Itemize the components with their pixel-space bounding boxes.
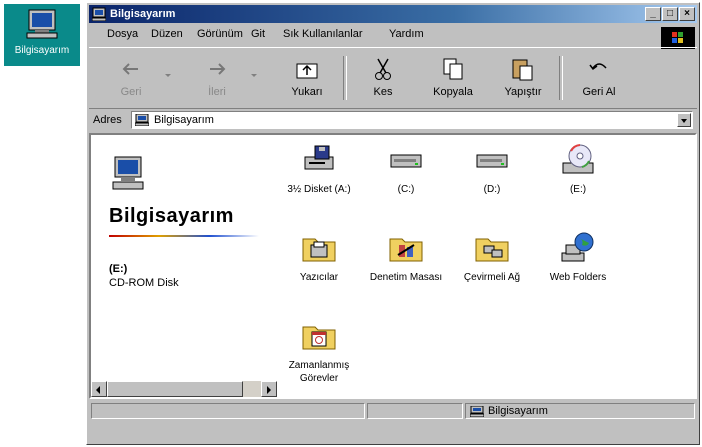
menu-bar: Dosya Düzen Görünüm Git Sık Kullanılanla… xyxy=(89,25,697,49)
computer-icon xyxy=(92,7,106,21)
back-button[interactable]: Geri xyxy=(101,56,161,98)
selected-drive: (E:) xyxy=(109,263,128,275)
hard-drive-icon xyxy=(390,154,422,168)
item-label: (D:) xyxy=(483,184,501,195)
toolbar-separator xyxy=(343,56,347,100)
printers-item[interactable]: Yazıcılar xyxy=(276,231,362,284)
item-label: Zamanlanmış Görevler xyxy=(288,360,350,384)
computer-icon xyxy=(135,114,149,126)
address-label: Adres xyxy=(93,114,122,126)
windows-logo-icon xyxy=(661,27,695,49)
scroll-right-button[interactable] xyxy=(261,381,277,397)
forward-dropdown-icon[interactable] xyxy=(251,74,257,77)
drive-e-item[interactable]: (E:) xyxy=(535,143,621,196)
forward-label: İleri xyxy=(208,86,226,98)
item-label: 3½ Disket (A:) xyxy=(287,184,351,195)
standard-toolbar: Geri İleri Yukarı Kes Kopyala Yapıştır G… xyxy=(89,47,697,109)
floppy-drive-icon xyxy=(304,145,334,170)
paste-icon xyxy=(512,59,533,81)
paste-label: Yapıştır xyxy=(504,86,542,98)
status-text: Bilgisayarım xyxy=(488,405,548,417)
scissors-icon xyxy=(375,58,391,80)
paste-button[interactable]: Yapıştır xyxy=(493,56,553,98)
status-cell-size xyxy=(367,403,463,419)
web-folders-icon xyxy=(561,232,594,262)
copy-label: Kopyala xyxy=(433,86,473,98)
dialup-networking-icon xyxy=(475,238,509,262)
control-panel-icon xyxy=(389,238,423,262)
address-bar: Adres Bilgisayarım xyxy=(89,109,697,131)
up-folder-icon xyxy=(296,63,318,79)
menu-view[interactable]: Görünüm xyxy=(197,28,243,40)
drive-c-item[interactable]: (C:) xyxy=(363,143,449,196)
cd-rom-drive-icon xyxy=(562,144,594,174)
address-value: Bilgisayarım xyxy=(154,114,214,126)
computer-icon xyxy=(26,9,58,39)
status-cell-info xyxy=(91,403,365,419)
maximize-button[interactable]: □ xyxy=(662,7,678,21)
web-folders-item[interactable]: Web Folders xyxy=(535,231,621,284)
menu-go[interactable]: Git xyxy=(251,28,265,40)
item-label: Çevirmeli Ağ xyxy=(463,272,521,283)
control-panel-item[interactable]: Denetim Masası xyxy=(363,231,449,284)
up-label: Yukarı xyxy=(291,86,323,98)
menu-edit[interactable]: Düzen xyxy=(151,28,183,40)
panel-title: Bilgisayarım xyxy=(109,205,234,227)
dialup-networking-item[interactable]: Çevirmeli Ağ xyxy=(449,231,535,284)
explorer-window: Bilgisayarım _ □ × Dosya Düzen Görünüm G… xyxy=(86,2,700,445)
desktop-icon-label: Bilgisayarım xyxy=(14,45,70,56)
webview-info-panel: Bilgisayarım (E:) CD-ROM Disk xyxy=(91,135,281,397)
cut-button[interactable]: Kes xyxy=(353,56,413,98)
computer-icon xyxy=(470,406,484,417)
item-label: (C:) xyxy=(397,184,415,195)
undo-button[interactable]: Geri Al xyxy=(569,56,629,98)
floppy-drive-item[interactable]: 3½ Disket (A:) xyxy=(276,143,362,196)
item-label: Web Folders xyxy=(549,272,607,283)
item-label: Denetim Masası xyxy=(369,272,443,283)
scroll-thumb[interactable] xyxy=(107,381,243,397)
scroll-left-button[interactable] xyxy=(91,381,107,397)
close-button[interactable]: × xyxy=(679,7,695,21)
forward-button[interactable]: İleri xyxy=(187,56,247,98)
toolbar-separator xyxy=(559,56,563,100)
up-button[interactable]: Yukarı xyxy=(277,56,337,98)
undo-label: Geri Al xyxy=(582,86,616,98)
scheduled-tasks-item[interactable]: Zamanlanmış Görevler xyxy=(276,319,362,385)
status-cell-zone: Bilgisayarım xyxy=(465,403,695,419)
menu-favorites[interactable]: Sık Kullanılanlar xyxy=(283,28,363,40)
title-bar[interactable]: Bilgisayarım _ □ × xyxy=(89,5,697,23)
menu-file[interactable]: Dosya xyxy=(107,28,138,40)
forward-arrow-icon xyxy=(210,63,226,75)
menu-help[interactable]: Yardım xyxy=(389,28,424,40)
item-label: (E:) xyxy=(569,184,587,195)
scheduled-tasks-icon xyxy=(302,326,336,350)
cut-label: Kes xyxy=(373,86,393,98)
status-bar: Bilgisayarım xyxy=(89,401,697,421)
desktop-my-computer-icon[interactable]: Bilgisayarım xyxy=(4,4,80,66)
computer-icon xyxy=(112,156,144,190)
back-arrow-icon xyxy=(122,63,138,75)
horizontal-scrollbar[interactable] xyxy=(91,381,277,397)
drive-d-item[interactable]: (D:) xyxy=(449,143,535,196)
panel-divider xyxy=(109,235,259,237)
window-title: Bilgisayarım xyxy=(110,8,176,20)
item-label: Yazıcılar xyxy=(299,272,339,283)
back-label: Geri xyxy=(120,86,142,98)
minimize-button[interactable]: _ xyxy=(645,7,661,21)
folder-view: Bilgisayarım (E:) CD-ROM Disk 3½ Disket … xyxy=(89,133,697,399)
back-dropdown-icon[interactable] xyxy=(165,74,171,77)
address-dropdown-button[interactable] xyxy=(677,113,691,127)
copy-button[interactable]: Kopyala xyxy=(423,56,483,98)
printers-folder-icon xyxy=(302,238,336,262)
address-field[interactable]: Bilgisayarım xyxy=(131,111,693,129)
hard-drive-icon xyxy=(476,154,508,168)
copy-icon xyxy=(443,58,463,80)
undo-icon xyxy=(589,63,607,71)
selected-drive-type: CD-ROM Disk xyxy=(109,277,179,289)
